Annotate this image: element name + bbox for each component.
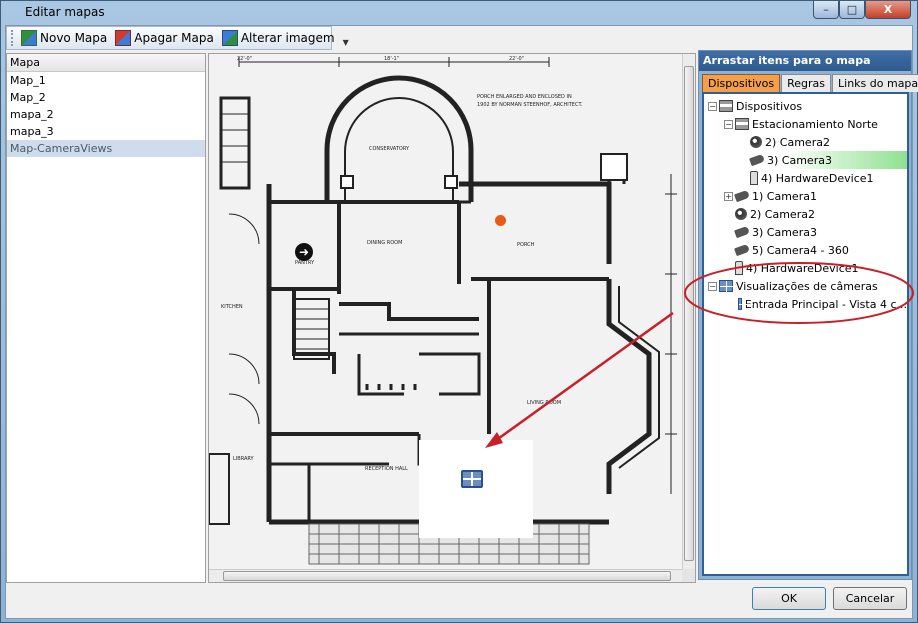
tree-node-device-selected[interactable]: 3) Camera3: [704, 151, 907, 169]
tab-links-do-mapa[interactable]: Links do mapa: [832, 74, 918, 92]
dimension-label: 22'-0": [237, 56, 252, 62]
camera-icon: [734, 243, 750, 257]
server-icon: [735, 118, 749, 130]
title-bar[interactable]: Editar mapas – □ X: [1, 1, 918, 25]
novo-mapa-button[interactable]: Novo Mapa: [17, 28, 111, 48]
collapse-icon[interactable]: −: [708, 101, 717, 111]
novo-mapa-label: Novo Mapa: [40, 31, 108, 45]
room-label-living: LIVING ROOM: [527, 400, 561, 406]
expand-icon[interactable]: +: [724, 191, 733, 201]
hardware-device-icon: [750, 171, 758, 185]
tree-node-label: 1) Camera1: [752, 189, 817, 203]
tab-regras[interactable]: Regras: [781, 74, 832, 92]
dome-camera-icon: [735, 208, 747, 220]
tree-node-label: Dispositivos: [736, 99, 803, 113]
dimension-label: 18'-1": [384, 56, 399, 62]
window-title: Editar mapas: [25, 5, 105, 19]
device-tree: − Dispositivos − Estacionamiento Norte 2…: [702, 92, 909, 576]
cancel-button[interactable]: Cancelar: [833, 587, 907, 610]
tree-node-label: 4) HardwareDevice1: [761, 171, 874, 185]
camera-view-icon: [738, 298, 753, 311]
room-label-conservatory: CONSERVATORY: [369, 146, 410, 152]
maps-panel: Mapa Map_1 Map_2 mapa_2 mapa_3 Map-Camer…: [6, 53, 206, 583]
editar-mapas-window: Editar mapas – □ X Novo Mapa Apagar Mapa…: [0, 0, 918, 623]
map-link-arrow-icon[interactable]: ➜: [295, 243, 313, 261]
map-vertical-scrollbar[interactable]: [682, 54, 695, 569]
tab-dispositivos[interactable]: Dispositivos: [702, 74, 781, 92]
scroll-corner: [682, 569, 695, 582]
plan-note: PORCH ENLARGED AND ENCLOSED IN: [477, 94, 572, 100]
tree-node-device[interactable]: 4) HardwareDevice1: [704, 259, 907, 277]
ok-button[interactable]: OK: [752, 587, 826, 610]
close-button[interactable]: X: [865, 1, 911, 19]
map-list-item[interactable]: mapa_3: [7, 123, 205, 140]
tree-node-label: Estacionamiento Norte: [752, 117, 878, 131]
plan-note: 1902 BY NORMAN STEENHOF, ARCHITECT.: [477, 102, 583, 108]
window-client: Novo Mapa Apagar Mapa Alterar imagem ▼ M…: [5, 25, 918, 619]
dome-camera-icon: [750, 136, 762, 148]
tree-node-label: 2) Camera2: [765, 135, 830, 149]
tree-node-label: Visualizações de câmeras: [736, 279, 878, 293]
tree-node-device[interactable]: 4) HardwareDevice1: [704, 169, 907, 187]
tree-node-device[interactable]: 5) Camera4 - 360: [704, 241, 907, 259]
devices-tabs: Dispositivos Regras Links do mapa: [702, 74, 918, 92]
horizontal-scroll-thumb[interactable]: [223, 571, 671, 581]
delete-map-icon: [115, 30, 132, 46]
alterar-imagem-button[interactable]: Alterar imagem: [218, 28, 339, 48]
tree-node-view[interactable]: Entrada Principal - Vista 4 c...: [704, 295, 907, 313]
camera-icon: [734, 189, 750, 203]
tree-node-device[interactable]: 2) Camera2: [704, 133, 907, 151]
apagar-mapa-label: Apagar Mapa: [134, 31, 214, 45]
tree-node-label: Entrada Principal - Vista 4 c...: [744, 297, 907, 311]
tree-node-label: 3) Camera3: [767, 153, 832, 167]
map-list-item[interactable]: Map_2: [7, 89, 205, 106]
tree-node-label: 3) Camera3: [752, 225, 817, 239]
room-label-reception: RECEPTION HALL: [365, 466, 408, 472]
alterar-imagem-label: Alterar imagem: [240, 31, 335, 45]
toolbar: Novo Mapa Apagar Mapa Alterar imagem ▼: [6, 26, 349, 50]
room-label-porch: PORCH: [517, 242, 535, 248]
vertical-scroll-thumb[interactable]: [684, 66, 694, 561]
tree-node-label: 4) HardwareDevice1: [746, 261, 859, 275]
collapse-icon[interactable]: −: [724, 119, 733, 129]
minimize-button[interactable]: –: [813, 1, 839, 19]
room-label-library: LIBRARY: [233, 456, 255, 462]
new-map-icon: [21, 30, 37, 46]
map-list-item[interactable]: mapa_2: [7, 106, 205, 123]
tree-node-dispositivos[interactable]: − Dispositivos: [704, 97, 907, 115]
map-list-item[interactable]: Map_1: [7, 72, 205, 89]
room-label-kitchen: KITCHEN: [221, 304, 243, 310]
maps-panel-header: Mapa: [7, 54, 205, 72]
server-icon: [719, 100, 733, 112]
map-canvas[interactable]: 22'-0" 18'-1" 22'-0" PORCH ENLARGED AND …: [208, 53, 696, 583]
tree-node-camera-views[interactable]: − Visualizações de câmeras: [704, 277, 907, 295]
camera-icon: [734, 225, 750, 239]
devices-panel: Arrastar itens para o mapa Dispositivos …: [698, 50, 918, 580]
drop-preview-popup: [419, 440, 533, 538]
change-image-icon: [221, 30, 238, 46]
toolbar-overflow-chevron-icon[interactable]: ▼: [343, 29, 349, 47]
collapse-icon[interactable]: −: [708, 281, 717, 291]
tree-node-device[interactable]: + 1) Camera1: [704, 187, 907, 205]
tree-node-device[interactable]: 3) Camera3: [704, 223, 907, 241]
camera-view-icon: [719, 280, 734, 293]
hardware-device-icon: [735, 261, 743, 275]
apagar-mapa-button[interactable]: Apagar Mapa: [111, 28, 218, 48]
maximize-button[interactable]: □: [839, 1, 865, 19]
map-list-item-selected[interactable]: Map-CameraViews: [7, 140, 205, 157]
toolbar-grip-icon[interactable]: [11, 30, 13, 46]
map-horizontal-scrollbar[interactable]: [209, 569, 683, 582]
camera-view-icon[interactable]: [461, 470, 483, 488]
devices-panel-header: Arrastar itens para o mapa: [699, 51, 911, 71]
tree-node-group[interactable]: − Estacionamiento Norte: [704, 115, 907, 133]
room-label-dining: DINING ROOM: [367, 240, 402, 246]
tree-node-device[interactable]: 2) Camera2: [704, 205, 907, 223]
dimension-label: 22'-0": [509, 56, 524, 62]
camera-icon: [749, 153, 765, 167]
tree-node-label: 2) Camera2: [750, 207, 815, 221]
camera-hotspot-marker[interactable]: [495, 215, 506, 226]
tree-node-label: 5) Camera4 - 360: [752, 243, 849, 257]
